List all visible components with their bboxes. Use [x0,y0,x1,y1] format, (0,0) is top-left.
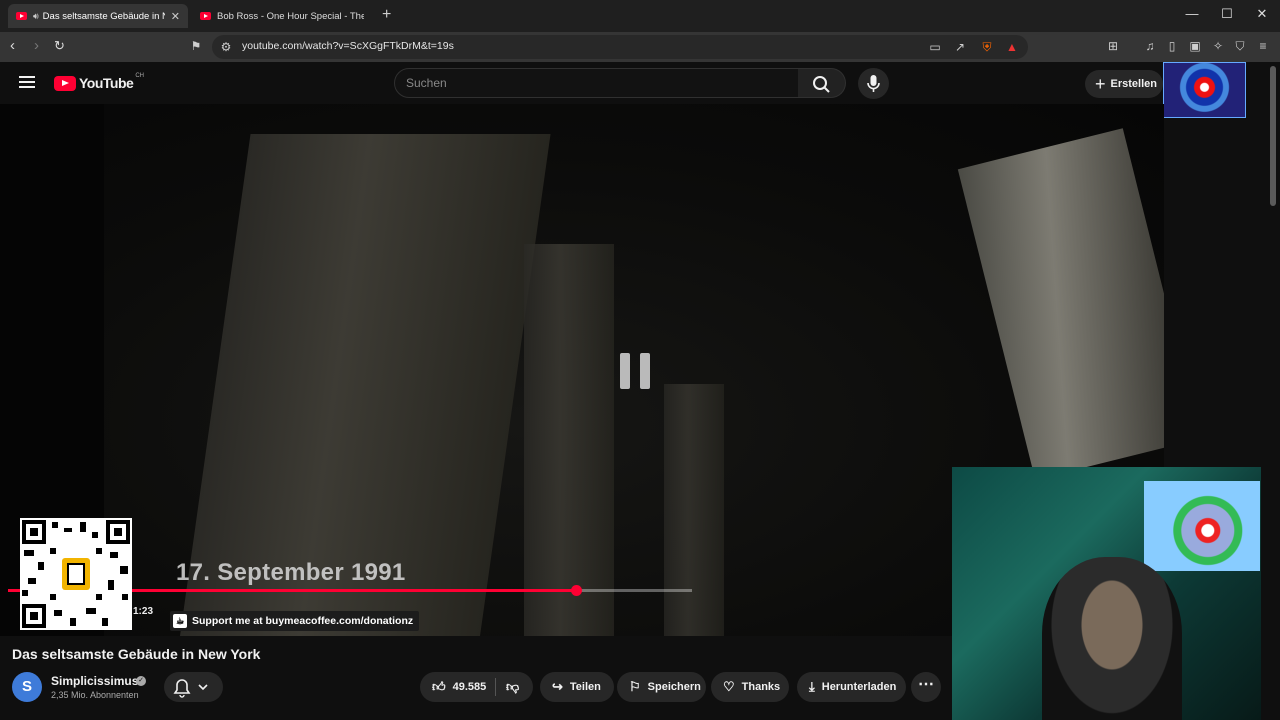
search-input[interactable] [406,76,786,90]
current-time: 1:23 [133,606,154,617]
building-shape [664,384,724,636]
browser-toolbar: ‹ › ↻ ⚑ ⚙ youtube.com/watch?v=ScXGgFTkDr… [0,32,1280,62]
new-tab-button[interactable]: + [382,6,391,24]
qr-code-image [22,520,130,628]
scrubber-handle[interactable] [571,585,582,596]
vpn-icon[interactable]: ⛉ [1233,39,1247,53]
bookmark-icon[interactable]: ⚑ [189,39,203,53]
support-banner: ☕︎ Support me at buymeacoffee.com/donati… [170,611,420,631]
microphone-icon [867,75,880,92]
youtube-masthead: YouTube CH + Erstellen [0,62,1280,104]
more-actions-button[interactable]: ⋯ [911,672,941,702]
channel-avatar[interactable]: S [12,672,42,702]
minimize-button[interactable]: — [1182,6,1202,21]
wall-poster-image [1144,481,1260,571]
like-count[interactable]: 49.585 [453,681,487,693]
sidebar-panel-icon[interactable]: ⊞ [1106,39,1120,53]
bell-icon [173,679,208,698]
share-page-icon[interactable]: ↗ [953,40,967,54]
wallet-icon[interactable]: ▣ [1188,39,1202,53]
pause-indicator-icon [620,353,650,389]
guide-menu-icon[interactable] [19,76,35,88]
site-info-icon[interactable]: ⚙ [219,40,233,54]
menu-icon[interactable]: ≡ [1256,39,1270,53]
qr-code [20,518,132,630]
tab-active[interactable]: 🔊︎ Das seltsamste Gebäude in N ✕ [8,4,188,28]
tab-title: Bob Ross - One Hour Special - The G [217,10,364,22]
search-button[interactable] [798,68,846,98]
country-code: CH [135,73,144,79]
share-label: Teilen [569,681,601,693]
share-button[interactable]: ↪ Teilen [540,672,614,702]
browser-tab-strip: 🔊︎ Das seltsamste Gebäude in N ✕ Bob Ros… [0,0,1280,32]
webcam-overlay [952,467,1261,720]
plus-icon: + [1095,74,1106,94]
save-label: Speichern [647,681,701,693]
reload-icon[interactable]: ↻ [54,38,65,54]
url-text: youtube.com/watch?v=ScXGgFTkDrM&t=19s [242,40,454,52]
video-overlay-date: 17. September 1991 [176,559,406,586]
voice-search-button[interactable] [858,68,889,99]
maximize-button[interactable]: ☐ [1217,6,1237,22]
youtube-favicon-icon [200,12,211,20]
youtube-play-logo-icon [54,75,76,91]
address-bar[interactable]: ⚙ youtube.com/watch?v=ScXGgFTkDrM&t=19s … [212,35,1028,59]
brave-rewards-icon[interactable]: ▲ [1005,40,1019,54]
youtube-logo[interactable]: YouTube CH [54,73,144,91]
youtube-favicon-icon [16,12,27,20]
subscriber-count: 2,35 Mio. Abonnenten [51,690,139,700]
media-icon[interactable]: ♫ [1143,39,1157,53]
share-icon: ↪ [552,679,563,694]
thumbs-up-icon[interactable]: 👍︎ [432,679,446,695]
bookmark-save-icon: ⚐ [629,679,641,694]
save-button[interactable]: ⚐ Speichern [617,672,706,702]
leo-ai-icon[interactable]: ✧ [1211,39,1225,53]
back-icon[interactable]: ‹ [10,37,15,54]
thanks-button[interactable]: ♡ Thanks [711,672,789,702]
forward-icon[interactable]: › [34,37,39,54]
streamer-image [1042,557,1182,720]
download-button[interactable]: ⤓ Herunterladen [797,672,906,702]
download-label: Herunterladen [821,681,897,693]
video-title: Das seltsamste Gebäude in New York [12,646,261,662]
building-shape [524,244,614,636]
sidebar-icon[interactable]: ▯ [1165,39,1179,53]
heart-dollar-icon: ♡ [723,679,735,694]
download-icon: ⤓ [809,679,815,694]
close-tab-icon[interactable]: ✕ [171,10,180,23]
logo-wordmark: YouTube [79,75,134,91]
thanks-label: Thanks [741,681,781,693]
coffee-cup-icon: ☕︎ [173,614,187,628]
tab-title: Das seltsamste Gebäude in N [42,10,165,22]
building-shape [957,128,1164,480]
channel-name[interactable]: Simplicissimus [51,674,138,688]
search-icon [813,76,830,93]
notification-bell-button[interactable] [164,672,223,702]
close-window-button[interactable]: ✕ [1252,6,1272,22]
audio-playing-icon[interactable]: 🔊︎ [33,11,39,22]
create-button[interactable]: + Erstellen [1085,70,1163,98]
tab-inactive[interactable]: Bob Ross - One Hour Special - The G [192,4,372,28]
user-avatar[interactable] [1163,62,1246,118]
page-scrollbar[interactable] [1270,66,1276,206]
brave-shield-icon[interactable]: ⛨ [980,40,994,54]
like-dislike-group: 👍︎ 49.585 👎︎ [420,672,533,702]
support-text: Support me at buymeacoffee.com/donationz [192,615,414,627]
create-label: Erstellen [1110,78,1157,90]
thumbs-down-icon[interactable]: 👎︎ [506,679,519,695]
search-box [394,68,799,98]
divider [495,678,496,696]
verified-badge-icon: ✓ [136,676,146,686]
cast-icon[interactable]: ▭ [928,40,942,54]
